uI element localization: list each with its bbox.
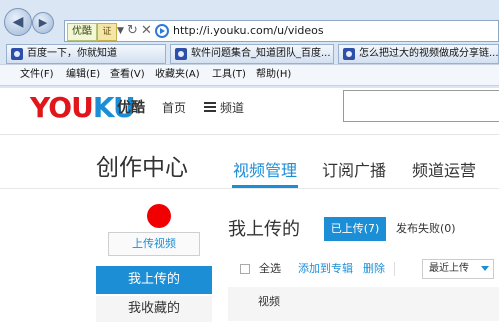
red-dot-marker: [147, 204, 171, 228]
logo-chinese-name: 优酷: [117, 100, 145, 116]
menu-file[interactable]: 文件(F): [20, 65, 54, 85]
header-divider: [0, 134, 499, 135]
browser-tab-strip: 百度一下，你就知道 软件问题集合_知道团队_百度... 怎么把过大的视频做成分享…: [0, 44, 499, 64]
nav-channel-link[interactable]: 频道: [220, 99, 244, 117]
menu-help[interactable]: 帮助(H): [256, 65, 291, 85]
select-all-checkbox[interactable]: [240, 264, 250, 274]
menu-edit[interactable]: 编辑(E): [66, 65, 100, 85]
tab-channel-operations[interactable]: 频道运营: [412, 160, 476, 182]
baidu-paw-icon: [343, 48, 355, 60]
browser-tab[interactable]: 怎么把过大的视频做成分享链...: [338, 44, 499, 64]
add-to-album-link[interactable]: 添加到专辑: [298, 256, 353, 282]
address-bar[interactable]: 优酷 证 ▼ ↻ ✕ http://i.youku.com/u/videos: [64, 20, 499, 42]
tab-video-management[interactable]: 视频管理: [233, 160, 297, 182]
logo-part-you: YOU: [30, 91, 94, 124]
address-dropdown-icon[interactable]: ▼: [117, 22, 124, 40]
content-divider: [0, 188, 499, 189]
certificate-badge[interactable]: 证: [97, 23, 117, 41]
site-identity-badge[interactable]: 优酷: [67, 23, 97, 41]
browser-tab-label: 软件问题集合_知道团队_百度...: [191, 48, 331, 59]
baidu-paw-icon: [11, 48, 23, 60]
back-icon[interactable]: ◀: [4, 8, 32, 36]
select-all-label[interactable]: 全选: [259, 256, 281, 282]
refresh-icon[interactable]: ↻: [127, 21, 138, 41]
delete-link[interactable]: 删除: [363, 256, 385, 282]
hamburger-menu-icon[interactable]: [204, 102, 216, 112]
upload-video-button[interactable]: 上传视频: [108, 232, 200, 256]
page-title: 创作中心: [96, 155, 188, 181]
tab-subscriptions[interactable]: 订阅广播: [322, 160, 386, 182]
filter-uploaded-button[interactable]: 已上传(7): [324, 217, 386, 241]
sidebar-item-my-uploads[interactable]: 我上传的: [96, 266, 212, 294]
browser-tab-label: 怎么把过大的视频做成分享链...: [359, 48, 499, 59]
column-header-video: 视频: [258, 295, 280, 308]
baidu-paw-icon: [175, 48, 187, 60]
sort-selected-value: 最近上传: [429, 263, 469, 274]
table-header: 视频: [228, 287, 499, 321]
search-input[interactable]: [343, 90, 499, 122]
list-toolbar: 全选 添加到专辑 删除 最近上传: [228, 256, 499, 282]
browser-tab[interactable]: 软件问题集合_知道团队_百度...: [170, 44, 334, 64]
nav-home-link[interactable]: 首页: [162, 99, 186, 117]
filter-failed-button[interactable]: 发布失败(0): [396, 217, 456, 241]
sort-select[interactable]: 最近上传: [422, 259, 494, 279]
url-input[interactable]: http://i.youku.com/u/videos: [173, 21, 324, 41]
page-favicon-icon: [155, 24, 169, 38]
navigation-buttons: ◀ ▶: [4, 2, 64, 38]
menu-view[interactable]: 查看(V): [110, 65, 145, 85]
menu-favorites[interactable]: 收藏夹(A): [155, 65, 200, 85]
stop-icon[interactable]: ✕: [141, 21, 152, 41]
menu-tools[interactable]: 工具(T): [212, 65, 246, 85]
browser-tab[interactable]: 百度一下，你就知道: [6, 44, 166, 64]
sidebar-item-my-favorites[interactable]: 我收藏的: [96, 296, 212, 322]
forward-icon[interactable]: ▶: [32, 12, 54, 34]
menu-bar: 文件(F) 编辑(E) 查看(V) 收藏夹(A) 工具(T) 帮助(H): [0, 64, 499, 86]
toolbar-separator: [394, 262, 395, 276]
browser-tab-label: 百度一下，你就知道: [27, 48, 117, 59]
chevron-down-icon: [481, 266, 489, 271]
section-heading: 我上传的: [228, 219, 300, 240]
